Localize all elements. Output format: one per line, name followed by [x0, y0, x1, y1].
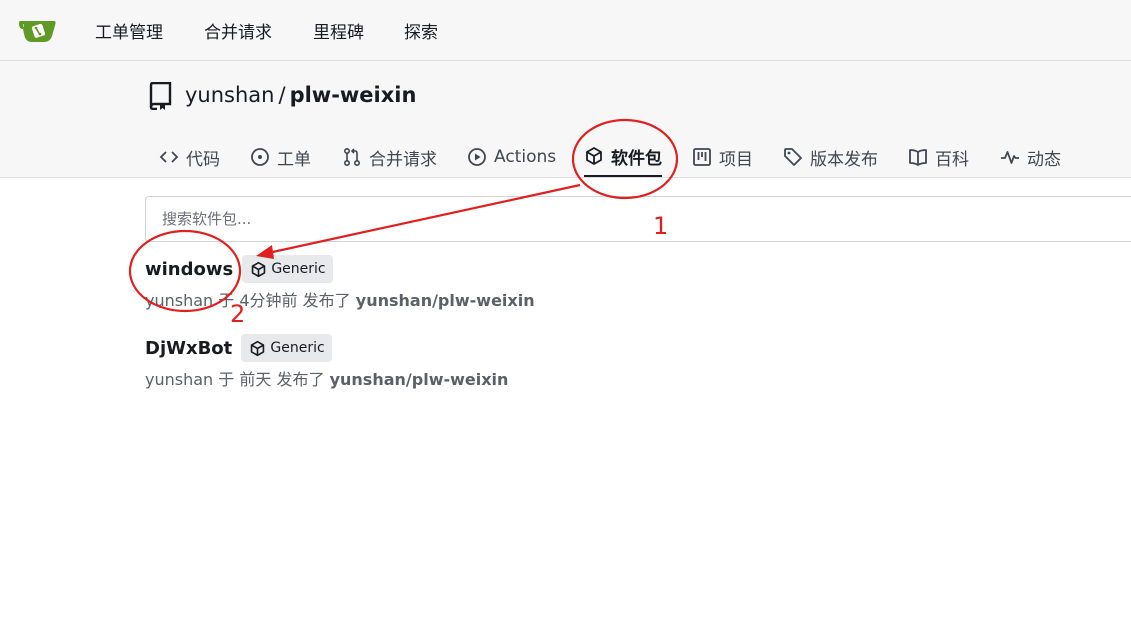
- tab-label: Actions: [494, 147, 557, 167]
- publisher-link[interactable]: yunshan: [145, 370, 213, 389]
- gitea-logo-icon[interactable]: [18, 14, 58, 46]
- repo-owner-link[interactable]: yunshan: [185, 83, 274, 107]
- annotation-number-2: 2: [230, 300, 246, 328]
- package-repo-link[interactable]: yunshan/plw-weixin: [356, 291, 535, 310]
- repo-name-link[interactable]: plw-weixin: [290, 83, 417, 107]
- repo-title: yunshan / plw-weixin: [185, 83, 416, 107]
- tab-releases[interactable]: 版本发布: [783, 137, 878, 177]
- meta-prep: 于: [218, 370, 235, 389]
- package-type-label: Generic: [270, 340, 325, 356]
- package-type-badge[interactable]: Generic: [242, 255, 333, 283]
- package-name-link[interactable]: DjWxBot: [145, 338, 232, 359]
- repo-header: yunshan / plw-weixin 代码 工单 合并请求 Actions 软件…: [0, 61, 1131, 178]
- tab-issues[interactable]: 工单: [250, 137, 311, 177]
- package-item: windows Generic yunshan 于 4分钟前 发布了 yunsh…: [145, 255, 535, 311]
- annotation-number-1: 1: [653, 212, 669, 240]
- tab-pull-requests[interactable]: 合并请求: [342, 137, 437, 177]
- tab-actions[interactable]: Actions: [467, 137, 556, 177]
- nav-milestones[interactable]: 里程碑: [313, 18, 364, 43]
- tab-label: 动态: [1027, 149, 1061, 170]
- repo-icon: [149, 82, 172, 110]
- package-type-badge[interactable]: Generic: [241, 334, 332, 362]
- nav-pull-requests[interactable]: 合并请求: [204, 18, 272, 43]
- tab-label: 百科: [935, 149, 969, 170]
- issue-icon: [251, 148, 269, 166]
- package-repo-link[interactable]: yunshan/plw-weixin: [330, 370, 509, 389]
- package-type-label: Generic: [271, 261, 326, 277]
- book-icon: [909, 149, 927, 166]
- tag-icon: [784, 148, 802, 166]
- code-icon: [159, 151, 179, 163]
- publish-time: 4分钟前: [239, 291, 298, 310]
- publish-time: 前天: [239, 370, 272, 389]
- top-navbar: 工单管理 合并请求 里程碑 探索: [0, 0, 1131, 61]
- package-search-input[interactable]: [145, 196, 1131, 242]
- play-icon: [468, 148, 486, 166]
- tab-label: 代码: [186, 149, 220, 170]
- nav-explore[interactable]: 探索: [404, 18, 438, 43]
- tab-projects[interactable]: 项目: [692, 137, 753, 177]
- tab-packages[interactable]: 软件包: [584, 137, 662, 177]
- tab-wiki[interactable]: 百科: [908, 137, 969, 177]
- tab-label: 软件包: [611, 148, 662, 169]
- package-icon: [586, 147, 602, 165]
- tab-code[interactable]: 代码: [159, 137, 220, 177]
- meta-action: 发布了: [276, 370, 325, 389]
- tab-label: 项目: [719, 149, 753, 170]
- package-name-link[interactable]: windows: [145, 259, 233, 280]
- tab-activity[interactable]: 动态: [1000, 137, 1061, 177]
- package-icon: [252, 261, 266, 277]
- package-icon: [251, 340, 265, 356]
- publisher-link[interactable]: yunshan: [145, 291, 213, 310]
- meta-action: 发布了: [302, 291, 351, 310]
- tab-label: 工单: [277, 149, 311, 170]
- package-item: DjWxBot Generic yunshan 于 前天 发布了 yunshan…: [145, 334, 508, 390]
- tab-label: 合并请求: [369, 149, 437, 170]
- package-meta: yunshan 于 前天 发布了 yunshan/plw-weixin: [145, 366, 508, 390]
- nav-issues[interactable]: 工单管理: [95, 18, 163, 43]
- pull-request-icon: [343, 147, 361, 167]
- repo-separator: /: [278, 83, 286, 107]
- package-meta: yunshan 于 4分钟前 发布了 yunshan/plw-weixin: [145, 287, 535, 311]
- project-icon: [693, 148, 711, 166]
- tab-label: 版本发布: [810, 149, 878, 170]
- pulse-icon: [1001, 151, 1019, 164]
